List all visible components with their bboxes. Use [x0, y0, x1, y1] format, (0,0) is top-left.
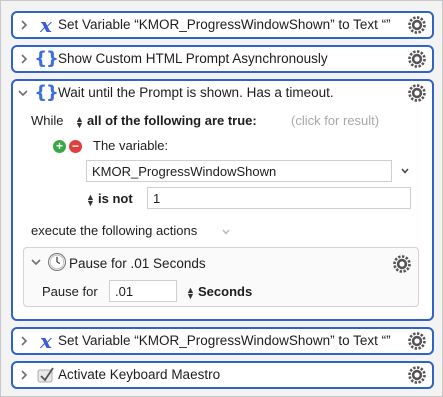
- operator-value: is not: [98, 191, 133, 206]
- condition-mode-value: all of the following are true:: [87, 113, 257, 128]
- time-unit-popup[interactable]: ▲ ▼ Seconds: [186, 284, 253, 301]
- disclosure-chevron-down-icon[interactable]: [30, 256, 41, 268]
- condition-type-label: The variable:: [93, 138, 169, 153]
- action-activate-km[interactable]: Activate Keyboard Maestro: [11, 361, 434, 389]
- execute-label: execute the following actions: [31, 223, 198, 238]
- action-header[interactable]: x Set Variable “KMOR_ProgressWindowShown…: [13, 329, 432, 355]
- add-condition-button[interactable]: +: [53, 140, 66, 153]
- inner-action-pause[interactable]: Pause for .01 Seconds Pause for .01 ▲ ▼ Se…: [23, 247, 419, 307]
- popup-arrows-icon: ▲ ▼: [86, 191, 95, 208]
- click-for-result-link[interactable]: (click for result): [291, 113, 379, 128]
- comparison-value-field[interactable]: 1: [147, 187, 411, 209]
- action-title: Set Variable “KMOR_ProgressWindowShown” …: [58, 17, 391, 32]
- gear-icon[interactable]: [407, 49, 427, 69]
- variable-x-icon: x: [40, 329, 52, 353]
- action-header[interactable]: {} Show Custom HTML Prompt Asynchronousl…: [13, 47, 432, 73]
- variable-x-icon: x: [40, 13, 52, 37]
- popup-arrows-icon: ▲ ▼: [75, 113, 84, 130]
- action-header[interactable]: {} Wait until the Prompt is shown. Has a…: [13, 81, 432, 107]
- gear-icon[interactable]: [392, 254, 412, 274]
- keyboard-maestro-icon: [37, 367, 54, 383]
- disclosure-chevron-right-icon[interactable]: [19, 369, 29, 381]
- disclosure-chevron-right-icon[interactable]: [19, 19, 29, 31]
- operator-popup[interactable]: ▲ ▼ is not: [86, 191, 133, 208]
- action-header[interactable]: Activate Keyboard Maestro: [13, 363, 432, 389]
- pause-for-label: Pause for: [42, 284, 98, 299]
- execute-menu-chevron-icon[interactable]: [221, 225, 231, 240]
- disclosure-chevron-down-icon[interactable]: [17, 87, 28, 99]
- html-braces-icon: {}: [34, 48, 59, 69]
- action-show-html-prompt[interactable]: {} Show Custom HTML Prompt Asynchronousl…: [11, 45, 434, 73]
- inner-action-title: Pause for .01 Seconds: [69, 256, 206, 271]
- action-title: Show Custom HTML Prompt Asynchronously: [58, 51, 328, 66]
- disclosure-chevron-right-icon[interactable]: [19, 53, 29, 65]
- disclosure-chevron-right-icon[interactable]: [19, 335, 29, 347]
- action-header[interactable]: x Set Variable “KMOR_ProgressWindowShown…: [13, 13, 432, 39]
- time-unit-value: Seconds: [198, 284, 253, 299]
- gear-icon[interactable]: [407, 331, 427, 351]
- action-title: Activate Keyboard Maestro: [58, 367, 221, 382]
- condition-mode-popup[interactable]: ▲ ▼ all of the following are true:: [75, 113, 257, 130]
- action-set-variable-2[interactable]: x Set Variable “KMOR_ProgressWindowShown…: [11, 327, 434, 355]
- remove-condition-button[interactable]: −: [69, 140, 82, 153]
- action-wait-until[interactable]: {} Wait until the Prompt is shown. Has a…: [11, 79, 434, 321]
- action-title: Wait until the Prompt is shown. Has a ti…: [58, 85, 334, 100]
- gear-icon[interactable]: [407, 15, 427, 35]
- macro-editor-canvas: x Set Variable “KMOR_ProgressWindowShown…: [0, 0, 443, 397]
- while-label: While: [31, 113, 64, 128]
- html-braces-icon: {}: [34, 82, 59, 103]
- variable-dropdown-chevron-icon[interactable]: [400, 164, 410, 179]
- action-set-variable-1[interactable]: x Set Variable “KMOR_ProgressWindowShown…: [11, 11, 434, 39]
- variable-name-field[interactable]: KMOR_ProgressWindowShown: [86, 160, 392, 182]
- gear-icon[interactable]: [407, 365, 427, 385]
- popup-arrows-icon: ▲ ▼: [186, 284, 195, 301]
- pause-duration-field[interactable]: .01: [109, 280, 177, 302]
- gear-icon[interactable]: [407, 83, 427, 103]
- action-title: Set Variable “KMOR_ProgressWindowShown” …: [58, 333, 391, 348]
- clock-icon: [48, 253, 66, 271]
